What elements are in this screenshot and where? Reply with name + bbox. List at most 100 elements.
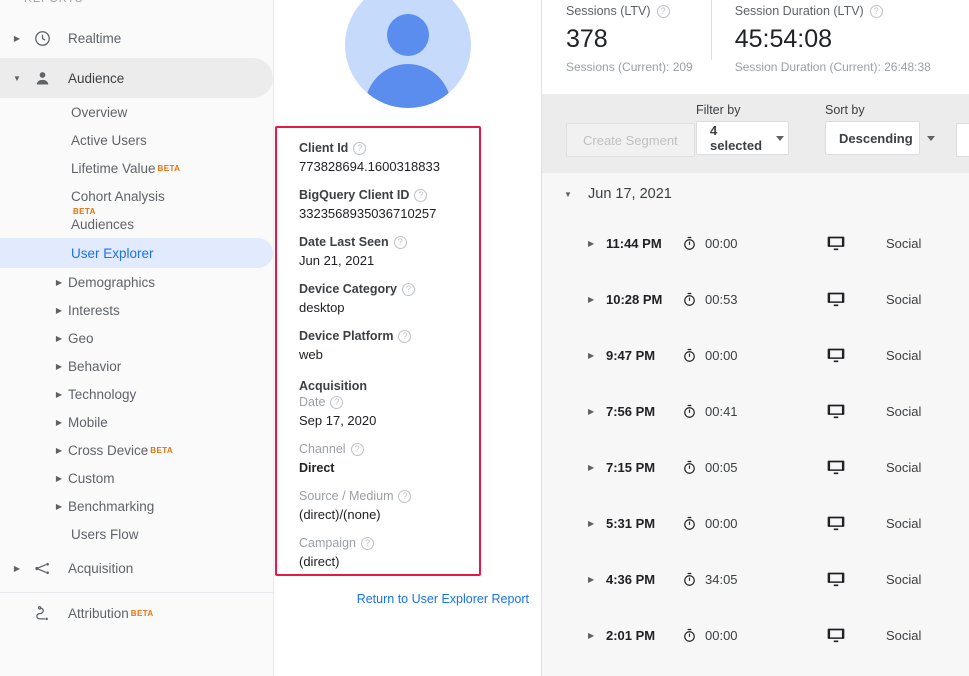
session-channel: Social xyxy=(886,403,922,419)
chevron-right-icon[interactable]: ▶ xyxy=(588,239,602,248)
stopwatch-icon xyxy=(682,292,697,307)
help-icon[interactable]: ? xyxy=(398,330,412,343)
beta-badge: BETA xyxy=(130,608,154,618)
secondary-dropdown-clipped[interactable] xyxy=(956,123,969,157)
session-row[interactable]: ▶ 10:28 PM 00:53 Social xyxy=(542,271,969,327)
primary-sidebar: REPORTS ▶ Realtime ▼ Audience Overview Active… xyxy=(0,0,274,676)
sidebar-item-interests[interactable]: ▶ Interests xyxy=(0,296,273,324)
chevron-right-icon[interactable]: ▶ xyxy=(588,575,602,584)
filter-by-dropdown[interactable]: 4 selected xyxy=(696,121,789,155)
sort-by-control: Sort by Descending xyxy=(825,103,935,155)
stopwatch-icon xyxy=(682,516,697,531)
help-icon[interactable]: ? xyxy=(401,283,415,296)
help-icon[interactable]: ? xyxy=(360,537,374,550)
attribute-label: Channel xyxy=(299,442,346,456)
sidebar-item-audiences[interactable]: Audiences xyxy=(0,210,273,238)
sidebar-item-technology[interactable]: ▶ Technology xyxy=(0,380,273,408)
metric-title-wrap: Session Duration (LTV)? xyxy=(735,2,931,20)
session-row[interactable]: ▶ 9:47 PM 00:00 Social xyxy=(542,327,969,383)
sidebar-item-label: Acquisition xyxy=(68,560,134,576)
attribute-value: 3323568935036710257 xyxy=(299,206,437,221)
session-time: 7:15 PM xyxy=(606,459,656,475)
chevron-right-icon[interactable]: ▶ xyxy=(588,351,602,360)
chevron-down-icon: ▼ xyxy=(13,73,21,83)
sidebar-item-realtime[interactable]: ▶ Realtime xyxy=(0,18,273,58)
attribute-label: Campaign xyxy=(299,536,356,550)
sessions-toolbar: Create Segment Filter by 4 selected Sort… xyxy=(542,95,969,173)
attribute-value: (direct)/(none) xyxy=(299,507,381,522)
attribute-source-medium: Source / Medium? (direct)/(none) xyxy=(299,488,479,524)
attribute-label-wrap: Campaign? xyxy=(299,535,479,552)
sidebar-item-lifetime-value[interactable]: Lifetime Value BETA xyxy=(0,154,273,182)
sessions-panel: Sessions (LTV)? 378 Sessions (Current): 20… xyxy=(542,0,969,676)
chevron-right-icon[interactable]: ▶ xyxy=(588,463,602,472)
session-time: 9:47 PM xyxy=(606,347,656,363)
beta-badge: BETA xyxy=(157,163,181,173)
sidebar-item-geo[interactable]: ▶ Geo xyxy=(0,324,273,352)
help-icon[interactable]: ? xyxy=(656,4,670,18)
sidebar-item-active-users[interactable]: Active Users xyxy=(0,126,273,154)
stopwatch-icon xyxy=(682,572,697,587)
attribute-label-wrap: Client Id? xyxy=(299,140,479,157)
chevron-right-icon[interactable]: ▶ xyxy=(588,631,602,640)
session-channel: Social xyxy=(886,235,922,251)
chevron-right-icon[interactable]: ▶ xyxy=(588,295,602,304)
chevron-right-icon[interactable]: ▶ xyxy=(588,407,602,416)
sidebar-item-cross-device[interactable]: ▶ Cross Device BETA xyxy=(0,436,273,464)
attribution-icon xyxy=(30,601,54,625)
help-icon[interactable]: ? xyxy=(869,4,883,18)
session-channel: Social xyxy=(886,291,922,307)
avatar-head-shape xyxy=(386,14,429,56)
sidebar-item-mobile[interactable]: ▶ Mobile xyxy=(0,408,273,436)
session-row[interactable]: ▶ 7:15 PM 00:05 Social xyxy=(542,439,969,495)
session-duration-wrap: 00:00 xyxy=(682,236,786,251)
session-row[interactable]: ▶ 2:01 PM 00:00 Social xyxy=(542,607,969,663)
session-row[interactable]: ▶ 5:31 PM 00:00 Social xyxy=(542,495,969,551)
sidebar-item-custom[interactable]: ▶ Custom xyxy=(0,464,273,492)
help-icon[interactable]: ? xyxy=(353,142,367,155)
help-icon[interactable]: ? xyxy=(398,490,412,503)
sidebar-item-cohort-analysis[interactable]: Cohort Analysis BETA xyxy=(0,182,273,217)
sidebar-item-user-explorer[interactable]: User Explorer xyxy=(0,238,273,268)
return-to-user-explorer-link[interactable]: Return to User Explorer Report xyxy=(274,592,529,606)
sidebar-item-label: Lifetime Value xyxy=(71,160,156,176)
attribute-value: (direct) xyxy=(299,554,340,569)
chevron-down-icon xyxy=(926,135,935,141)
sidebar-item-label: Interests xyxy=(68,302,120,318)
session-duration: 34:05 xyxy=(705,571,738,587)
sidebar-item-benchmarking[interactable]: ▶ Benchmarking xyxy=(0,492,273,520)
acquisition-attribute-list: Date? Sep 17, 2020 Channel? Direct Source / … xyxy=(299,394,479,571)
sidebar-item-behavior[interactable]: ▶ Behavior xyxy=(0,352,273,380)
sort-by-dropdown[interactable]: Descending xyxy=(825,121,935,155)
sidebar-item-label: Cross Device xyxy=(68,442,149,458)
help-icon[interactable]: ? xyxy=(330,396,344,409)
sidebar-item-label: Attribution xyxy=(68,605,129,621)
stopwatch-icon xyxy=(682,460,697,475)
help-icon[interactable]: ? xyxy=(414,189,428,202)
filter-by-control: Filter by 4 selected xyxy=(696,103,789,155)
attribute-label: Client Id xyxy=(299,141,349,155)
sidebar-item-users-flow[interactable]: Users Flow xyxy=(0,520,273,548)
session-time: 7:56 PM xyxy=(606,403,656,419)
chevron-down-icon xyxy=(776,135,785,141)
sidebar-item-overview[interactable]: Overview xyxy=(0,98,273,126)
person-icon xyxy=(30,66,54,90)
attribute-channel: Channel? Direct xyxy=(299,441,479,477)
sidebar-item-demographics[interactable]: ▶ Demographics xyxy=(0,268,273,296)
session-row[interactable]: ▶ 7:56 PM 00:41 Social xyxy=(542,383,969,439)
sidebar-item-attribution[interactable]: Attribution BETA xyxy=(0,593,273,633)
session-row[interactable]: ▶ 11:44 PM 00:00 Social xyxy=(542,215,969,271)
create-segment-button[interactable]: Create Segment xyxy=(566,123,695,157)
sidebar-item-audience[interactable]: ▼ Audience xyxy=(0,58,273,98)
desktop-icon xyxy=(786,401,886,421)
sidebar-item-label: Active Users xyxy=(71,132,147,148)
session-date-group-header[interactable]: ▼ Jun 17, 2021 xyxy=(542,173,969,215)
sidebar-item-label: Audiences xyxy=(71,216,135,232)
session-row[interactable]: ▶ 4:36 PM 34:05 Social xyxy=(542,551,969,607)
help-icon[interactable]: ? xyxy=(393,236,407,249)
sidebar-item-acquisition[interactable]: ▶ Acquisition xyxy=(0,548,273,588)
desktop-icon xyxy=(786,569,886,589)
help-icon[interactable]: ? xyxy=(350,443,364,456)
chevron-right-icon[interactable]: ▶ xyxy=(588,519,602,528)
attribute-label-wrap: Date? xyxy=(299,394,479,411)
